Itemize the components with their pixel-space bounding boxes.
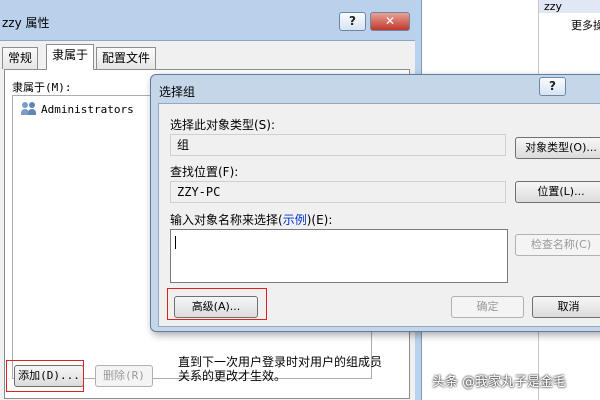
tab-general[interactable]: 常规 <box>2 47 39 69</box>
object-names-input[interactable] <box>170 229 508 283</box>
add-button-highlight <box>6 360 84 392</box>
more-actions-link[interactable]: 更多操 <box>539 13 600 33</box>
close-icon: ✕ <box>384 14 396 28</box>
enter-names-label-text: 输入对象名称来选择( <box>170 213 283 227</box>
cancel-button[interactable]: 取消 <box>532 296 600 318</box>
dialog-title: 选择组 <box>159 85 196 99</box>
help-button[interactable]: ? <box>339 12 366 31</box>
membership-note: 直到下一次用户登录时对用户的组成员关系的更改才生效。 <box>178 355 383 383</box>
member-name: Administrators <box>41 102 134 116</box>
member-of-label: 隶属于(M): <box>12 81 72 94</box>
enter-names-label-suffix: )(E): <box>306 213 333 227</box>
check-names-button[interactable]: 检查名称(C) <box>515 234 600 256</box>
properties-window-title: zzy 属性 <box>2 16 50 30</box>
text-caret <box>175 236 176 249</box>
object-type-field: 组 <box>170 134 506 156</box>
group-icon <box>21 102 37 116</box>
actions-pane-header: zzy <box>539 0 600 13</box>
object-type-label: 选择此对象类型(S): <box>170 118 276 132</box>
tab-member-of[interactable]: 隶属于 <box>46 44 95 70</box>
select-group-dialog: 选择组 ? 选择此对象类型(S): 组 对象类型(O)... 查找位置(F): … <box>150 74 600 332</box>
help-icon: ? <box>549 79 556 93</box>
advanced-button-highlight <box>167 288 267 320</box>
location-label: 查找位置(F): <box>170 165 239 179</box>
locations-button[interactable]: 位置(L)... <box>515 181 600 203</box>
watermark: 头条 @我家丸子是金毛 <box>432 375 567 390</box>
tab-profile[interactable]: 配置文件 <box>96 47 157 69</box>
close-button[interactable]: ✕ <box>370 12 410 31</box>
dialog-help-button[interactable]: ? <box>539 77 566 96</box>
object-types-button[interactable]: 对象类型(O)... <box>515 137 600 159</box>
location-field: ZZY-PC <box>170 181 506 203</box>
examples-link[interactable]: 示例 <box>283 213 307 227</box>
enter-names-label: 输入对象名称来选择(示例)(E): <box>170 211 332 228</box>
ok-button[interactable]: 确定 <box>451 296 524 318</box>
dialog-body: 选择此对象类型(S): 组 对象类型(O)... 查找位置(F): ZZY-PC… <box>158 103 600 327</box>
help-icon: ? <box>349 14 356 28</box>
list-item[interactable]: Administrators <box>21 102 134 116</box>
remove-button[interactable]: 删除(R) <box>95 365 153 387</box>
